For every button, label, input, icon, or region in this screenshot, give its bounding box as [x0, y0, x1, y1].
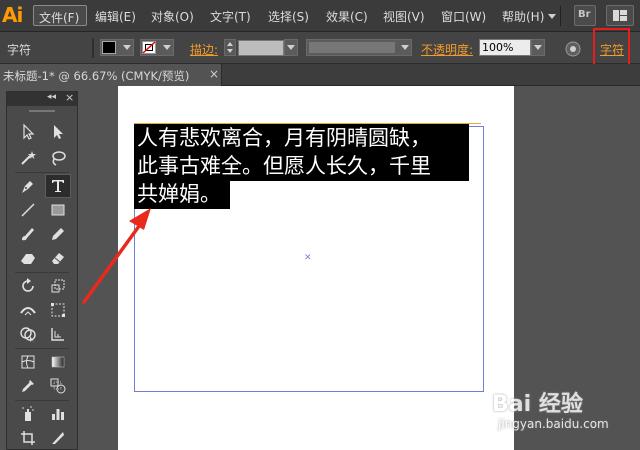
scale-icon [51, 279, 65, 293]
column-graph-icon [52, 409, 64, 420]
magic-wand-tool[interactable] [15, 146, 41, 170]
eraser-tool[interactable] [45, 246, 71, 270]
magic-wand-icon [21, 151, 36, 165]
rectangle-icon [51, 204, 65, 216]
line-segment-tool[interactable] [15, 198, 41, 222]
lasso-icon [52, 151, 66, 166]
rotate-icon [22, 278, 34, 292]
blend-tool[interactable] [45, 374, 71, 398]
close-panel-icon[interactable]: × [65, 91, 74, 104]
panel-grip [29, 110, 55, 112]
artboard-tool[interactable] [15, 426, 41, 450]
mesh-grid-icon [21, 355, 35, 369]
selection-tool[interactable] [15, 120, 41, 144]
free-transform-icon [51, 303, 65, 317]
tools-panel-header[interactable]: ◂◂ × [7, 91, 77, 106]
pen-nib-icon [22, 181, 33, 193]
rectangle-tool[interactable] [45, 198, 71, 222]
blob-brush-icon [21, 254, 35, 264]
arrow-pointer-icon [23, 123, 35, 140]
pen-tool[interactable] [15, 174, 41, 198]
perspective-grid-tool[interactable] [45, 322, 71, 346]
gradient-icon [51, 356, 65, 368]
paintbrush-tool[interactable] [15, 222, 41, 246]
scale-tool[interactable] [45, 274, 71, 298]
baidu-watermark-logo: Bai 经验 [492, 392, 583, 417]
slice-tool[interactable] [45, 426, 71, 450]
spray-can-icon [22, 406, 34, 421]
direct-selection-tool[interactable] [45, 120, 71, 144]
artboard-crop-icon [21, 431, 35, 445]
gradient-tool[interactable] [45, 350, 71, 374]
type-t-icon [52, 180, 64, 192]
mesh-tool[interactable] [15, 350, 41, 374]
blend-icon [50, 378, 66, 394]
eyedropper-tool[interactable] [15, 374, 41, 398]
shape-builder-tool[interactable] [15, 322, 41, 346]
baidu-watermark-url: jingyan.baidu.com [498, 417, 609, 431]
paintbrush-icon [22, 228, 34, 241]
width-icon [20, 307, 36, 316]
free-transform-tool[interactable] [45, 298, 71, 322]
line-segment-icon [21, 203, 35, 217]
blob-brush-tool[interactable] [15, 246, 41, 270]
column-graph-tool[interactable] [45, 402, 71, 426]
eyedropper-icon [22, 380, 34, 392]
pencil-tool[interactable] [45, 222, 71, 246]
perspective-grid-icon [51, 328, 64, 341]
tools-panel: ◂◂ × [6, 91, 78, 450]
shape-builder-icon [20, 327, 36, 342]
slice-knife-icon [52, 432, 64, 444]
collapse-panel-icon[interactable]: ◂◂ [47, 92, 56, 102]
lasso-tool[interactable] [45, 146, 71, 170]
type-tool[interactable] [45, 174, 71, 198]
pencil-icon [52, 228, 64, 240]
symbol-sprayer-tool[interactable] [15, 402, 41, 426]
eraser-icon [52, 253, 64, 264]
annotation-arrow [82, 208, 151, 304]
rotate-tool[interactable] [15, 274, 41, 298]
direct-pointer-icon [54, 125, 63, 139]
width-tool[interactable] [15, 298, 41, 322]
